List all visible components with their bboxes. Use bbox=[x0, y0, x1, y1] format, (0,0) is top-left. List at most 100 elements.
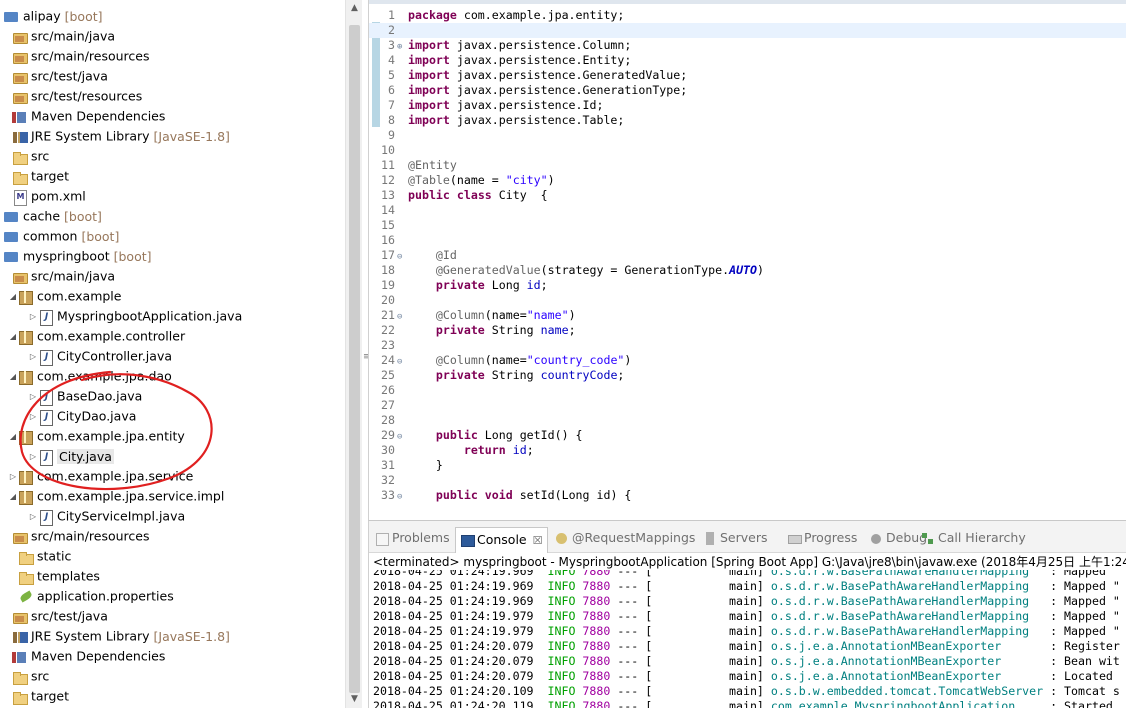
fold-toggle-icon[interactable]: ⊖ bbox=[397, 490, 408, 505]
tree-item[interactable]: JRE System Library [JavaSE-1.8] bbox=[8, 626, 230, 646]
console-output[interactable]: 2018-04-25 01:24:19.969 INFO 7880 --- [ … bbox=[369, 570, 1126, 708]
line-number: 17 bbox=[381, 248, 395, 262]
tree-item[interactable]: ▷ com.example.jpa.service bbox=[8, 466, 193, 486]
tab-debug[interactable]: Debug bbox=[869, 529, 927, 549]
tree-item[interactable]: target bbox=[8, 166, 69, 186]
code-line[interactable]: 5 import javax.persistence.GeneratedValue… bbox=[369, 68, 1126, 83]
tree-item[interactable]: Maven Dependencies bbox=[8, 106, 165, 126]
code-line[interactable]: 30 return id; bbox=[369, 443, 1126, 458]
code-line[interactable]: 6 import javax.persistence.GenerationType… bbox=[369, 83, 1126, 98]
code-line[interactable]: 4 import javax.persistence.Entity; bbox=[369, 53, 1126, 68]
expanded-arrow-icon[interactable]: ◢ bbox=[8, 287, 18, 307]
tree-item[interactable]: src/main/resources bbox=[8, 46, 149, 66]
code-line[interactable]: 16 bbox=[369, 233, 1126, 248]
tree-item[interactable]: target bbox=[8, 686, 69, 706]
collapsed-arrow-icon[interactable]: ▷ bbox=[28, 307, 38, 327]
code-line[interactable]: 19 private Long id; bbox=[369, 278, 1126, 293]
expanded-arrow-icon[interactable]: ◢ bbox=[8, 487, 18, 507]
tree-item[interactable]: src/main/resources bbox=[8, 526, 149, 546]
tree-item[interactable]: src/test/resources bbox=[8, 86, 142, 106]
code-line[interactable]: 7 import javax.persistence.Id; bbox=[369, 98, 1126, 113]
tab-servers[interactable]: Servers bbox=[703, 529, 768, 549]
scroll-down-icon[interactable]: ▼ bbox=[346, 691, 363, 708]
code-line[interactable]: 28 bbox=[369, 413, 1126, 428]
tree-item[interactable]: application.properties bbox=[8, 586, 174, 606]
tree-item[interactable]: src/main/java bbox=[8, 26, 115, 46]
code-line[interactable]: 9 bbox=[369, 128, 1126, 143]
tab-call-hierarchy[interactable]: Call Hierarchy bbox=[921, 529, 1026, 549]
tree-item[interactable]: ▷ CityController.java bbox=[28, 346, 172, 366]
collapsed-arrow-icon[interactable]: ▷ bbox=[28, 387, 38, 407]
tree-item[interactable]: JRE System Library [JavaSE-1.8] bbox=[8, 126, 230, 146]
code-line[interactable]: 33 ⊖ public void setId(Long id) { bbox=[369, 488, 1126, 503]
tree-item[interactable]: ◢ com.example.jpa.dao bbox=[8, 366, 172, 386]
collapsed-arrow-icon[interactable]: ▷ bbox=[28, 507, 38, 527]
tree-item[interactable]: templates bbox=[8, 566, 100, 586]
code-line[interactable]: 2 bbox=[369, 23, 1126, 38]
tree-item[interactable]: src bbox=[8, 666, 49, 686]
tree-item[interactable]: common [boot] bbox=[0, 226, 119, 246]
tree-item[interactable]: ◢ com.example.jpa.entity bbox=[8, 426, 185, 446]
scrollbar-thumb[interactable] bbox=[349, 25, 360, 693]
tree-item[interactable]: src/main/java bbox=[8, 266, 115, 286]
tree-item[interactable]: ▷ City.java bbox=[28, 446, 114, 466]
code-line[interactable]: 11 @Entity bbox=[369, 158, 1126, 173]
tree-item[interactable]: ▷ CityDao.java bbox=[28, 406, 136, 426]
code-line[interactable]: 15 bbox=[369, 218, 1126, 233]
code-line[interactable]: 3 ⊕ import javax.persistence.Column; bbox=[369, 38, 1126, 53]
code-line[interactable]: 14 bbox=[369, 203, 1126, 218]
code-line[interactable]: 32 bbox=[369, 473, 1126, 488]
scroll-up-icon[interactable]: ▲ bbox=[346, 0, 363, 17]
collapsed-arrow-icon[interactable]: ▷ bbox=[28, 407, 38, 427]
code-line[interactable]: 27 bbox=[369, 398, 1126, 413]
code-line[interactable]: 29 ⊖ public Long getId() { bbox=[369, 428, 1126, 443]
expanded-arrow-icon[interactable]: ◢ bbox=[8, 367, 18, 387]
collapsed-arrow-icon[interactable]: ▷ bbox=[28, 347, 38, 367]
collapsed-arrow-icon[interactable]: ▷ bbox=[28, 447, 38, 467]
code-line[interactable]: 12 @Table(name = "city") bbox=[369, 173, 1126, 188]
code-line[interactable]: 1 package com.example.jpa.entity; bbox=[369, 8, 1126, 23]
tree-item[interactable]: ◢ com.example.controller bbox=[8, 326, 185, 346]
code-line[interactable]: 17 ⊖ @Id bbox=[369, 248, 1126, 263]
tree-item[interactable]: src/test/java bbox=[8, 66, 108, 86]
tree-item[interactable]: src bbox=[8, 146, 49, 166]
collapsed-arrow-icon[interactable]: ▷ bbox=[8, 467, 18, 487]
code-line[interactable]: 23 bbox=[369, 338, 1126, 353]
tree-item[interactable]: myspringboot [boot] bbox=[0, 246, 152, 266]
tab-console[interactable]: Console ☒ bbox=[455, 527, 548, 553]
explorer-scrollbar[interactable]: ▲ ▼ bbox=[345, 0, 362, 708]
code-line[interactable]: 22 private String name; bbox=[369, 323, 1126, 338]
tab-requestmappings[interactable]: @RequestMappings bbox=[555, 529, 695, 549]
code-line[interactable]: 10 bbox=[369, 143, 1126, 158]
tree-item[interactable]: ◢ com.example bbox=[8, 286, 121, 306]
log-ts: 2018-04-25 01:24:20.079 bbox=[373, 669, 548, 683]
tree-item[interactable]: ▷ CityServiceImpl.java bbox=[28, 506, 185, 526]
line-number: 31 bbox=[381, 458, 395, 472]
tree-item[interactable]: static bbox=[8, 546, 71, 566]
tree-item[interactable]: ▷ MyspringbootApplication.java bbox=[28, 306, 242, 326]
close-tab-icon[interactable]: ☒ bbox=[533, 534, 543, 547]
tab-problems[interactable]: Problems bbox=[375, 529, 450, 549]
code-line[interactable]: 24 ⊖ @Column(name="country_code") bbox=[369, 353, 1126, 368]
tree-item[interactable]: cache [boot] bbox=[0, 206, 102, 226]
code-line[interactable]: 18 @GeneratedValue(strategy = Generation… bbox=[369, 263, 1126, 278]
code-line[interactable]: 8 import javax.persistence.Table; bbox=[369, 113, 1126, 128]
tree-item[interactable]: pom.xml bbox=[8, 186, 86, 206]
code-line[interactable]: 20 bbox=[369, 293, 1126, 308]
java-editor[interactable]: 1 package com.example.jpa.entity; 2 3 ⊕ impor… bbox=[368, 0, 1126, 520]
code-line[interactable]: 13 public class City { bbox=[369, 188, 1126, 203]
line-number: 29 bbox=[381, 428, 395, 442]
tree-item[interactable]: Maven Dependencies bbox=[8, 646, 165, 666]
expanded-arrow-icon[interactable]: ◢ bbox=[8, 427, 18, 447]
code-line[interactable]: 25 private String countryCode; bbox=[369, 368, 1126, 383]
code-line[interactable]: 26 bbox=[369, 383, 1126, 398]
tab-progress[interactable]: Progress bbox=[787, 529, 857, 549]
tree-item[interactable]: ◢ com.example.jpa.service.impl bbox=[8, 486, 224, 506]
code-line[interactable]: 21 ⊖ @Column(name="name") bbox=[369, 308, 1126, 323]
code-line[interactable]: 31 } bbox=[369, 458, 1126, 473]
expanded-arrow-icon[interactable]: ◢ bbox=[8, 327, 18, 347]
code-text: public void setId(Long id) { bbox=[408, 488, 631, 502]
tree-item[interactable]: src/test/java bbox=[8, 606, 108, 626]
tree-item[interactable]: ▷ BaseDao.java bbox=[28, 386, 142, 406]
tree-item[interactable]: alipay [boot] bbox=[0, 6, 103, 26]
